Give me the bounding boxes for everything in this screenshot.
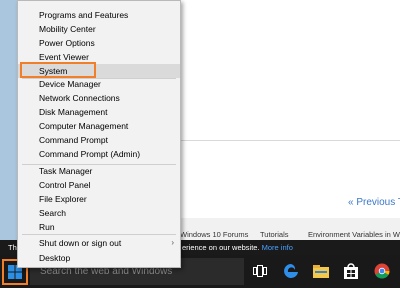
menu-item-label: Task Manager: [39, 166, 93, 176]
cookie-message: erience on our website.: [182, 243, 260, 252]
menu-separator: [22, 78, 176, 79]
menu-item-power-options[interactable]: Power Options: [18, 36, 180, 50]
menu-item-search[interactable]: Search: [18, 206, 180, 220]
menu-item-command-prompt-admin[interactable]: Command Prompt (Admin): [18, 147, 180, 161]
menu-item-network-connections[interactable]: Network Connections: [18, 91, 180, 105]
menu-item-computer-management[interactable]: Computer Management: [18, 119, 180, 133]
menu-item-label: Event Viewer: [39, 52, 89, 62]
menu-item-label: Power Options: [39, 38, 95, 48]
menu-item-label: Disk Management: [39, 107, 108, 117]
menu-item-shut-down-sign-out[interactable]: Shut down or sign out ›: [18, 236, 180, 250]
cookie-more-info-link[interactable]: More info: [262, 243, 293, 252]
menu-item-desktop[interactable]: Desktop: [18, 251, 180, 265]
menu-separator: [22, 164, 176, 165]
cookie-text: erience on our website. More info: [182, 243, 293, 252]
menu-item-label: Command Prompt: [39, 135, 108, 145]
tab-windows10-forums[interactable]: Windows 10 Forums: [180, 230, 248, 239]
previous-thread-link[interactable]: « Previous T: [348, 197, 400, 208]
menu-item-control-panel[interactable]: Control Panel: [18, 178, 180, 192]
menu-item-label: Mobility Center: [39, 24, 96, 34]
system-item-highlight-box: [20, 62, 96, 78]
menu-item-command-prompt[interactable]: Command Prompt: [18, 133, 180, 147]
menu-item-label: Desktop: [39, 253, 71, 263]
menu-item-disk-management[interactable]: Disk Management: [18, 105, 180, 119]
breadcrumb-tabs: Windows 10 Forums Tutorials Environment …: [180, 228, 400, 240]
edge-browser-icon[interactable]: [281, 261, 301, 281]
power-user-menu: Programs and Features Mobility Center Powe…: [17, 0, 181, 268]
tab-environment-variables[interactable]: Environment Variables in W: [308, 230, 400, 239]
menu-item-label: File Explorer: [39, 194, 87, 204]
menu-item-task-manager[interactable]: Task Manager: [18, 164, 180, 178]
menu-item-label: Programs and Features: [39, 10, 129, 20]
menu-item-programs-features[interactable]: Programs and Features: [18, 8, 180, 22]
menu-item-mobility-center[interactable]: Mobility Center: [18, 22, 180, 36]
submenu-arrow-icon: ›: [171, 238, 174, 247]
file-explorer-icon[interactable]: [311, 261, 331, 281]
chrome-icon[interactable]: [372, 261, 392, 281]
menu-item-device-manager[interactable]: Device Manager: [18, 77, 180, 91]
menu-item-label: Command Prompt (Admin): [39, 149, 141, 159]
menu-separator: [22, 234, 176, 235]
menu-item-label: Shut down or sign out: [39, 238, 122, 248]
menu-item-file-explorer[interactable]: File Explorer: [18, 192, 180, 206]
store-icon[interactable]: [341, 261, 361, 281]
menu-item-label: Computer Management: [39, 121, 129, 131]
menu-item-label: Run: [39, 222, 55, 232]
tab-tutorials[interactable]: Tutorials: [260, 230, 288, 239]
menu-item-run[interactable]: Run: [18, 220, 180, 234]
menu-item-label: Control Panel: [39, 180, 91, 190]
menu-item-label: Device Manager: [39, 79, 101, 89]
page-divider: [180, 140, 400, 141]
menu-item-label: Search: [39, 208, 66, 218]
task-view-icon[interactable]: [250, 261, 270, 281]
menu-item-label: Network Connections: [39, 93, 120, 103]
